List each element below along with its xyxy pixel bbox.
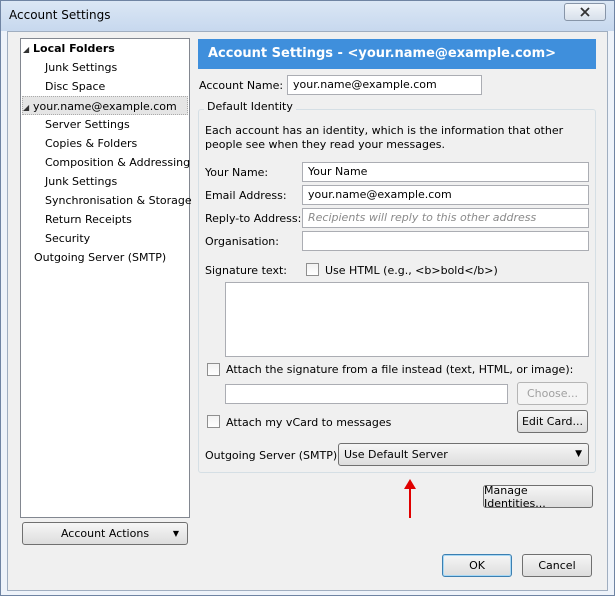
- title-bar: Account Settings: [1, 1, 614, 31]
- tree-item-junk-settings[interactable]: Junk Settings: [45, 172, 117, 191]
- account-name-label: Account Name:: [199, 79, 284, 92]
- signature-textarea[interactable]: [225, 282, 589, 357]
- outgoing-server-select[interactable]: Use Default Server ▼: [338, 443, 589, 466]
- tree-item-copies-folders[interactable]: Copies & Folders: [45, 134, 137, 153]
- collapse-triangle-icon[interactable]: ◢: [23, 98, 33, 117]
- reply-to-label: Reply-to Address:: [205, 212, 302, 225]
- signature-file-input[interactable]: [225, 384, 508, 404]
- organisation-label: Organisation:: [205, 235, 279, 248]
- tree-item-server-settings[interactable]: Server Settings: [45, 115, 130, 134]
- ok-button[interactable]: OK: [442, 554, 512, 577]
- use-html-checkbox[interactable]: [306, 263, 319, 276]
- your-name-label: Your Name:: [205, 166, 269, 179]
- attach-vcard-label: Attach my vCard to messages: [226, 416, 392, 429]
- tree-item-outgoing-server[interactable]: Outgoing Server (SMTP): [34, 248, 166, 267]
- account-name-input[interactable]: your.name@example.com: [287, 75, 482, 95]
- organisation-input[interactable]: [302, 231, 589, 251]
- use-html-label: Use HTML (e.g., <b>bold</b>): [325, 264, 498, 277]
- dropdown-arrow-icon: ▼: [172, 529, 179, 538]
- outgoing-server-label: Outgoing Server (SMTP):: [205, 449, 341, 462]
- manage-identities-button[interactable]: Manage Identities...: [483, 484, 593, 510]
- account-settings-window: Account Settings ◢ Local Folders Junk Set…: [0, 0, 615, 596]
- attach-signature-label: Attach the signature from a file instead…: [226, 363, 574, 376]
- collapse-triangle-icon[interactable]: ◢: [23, 40, 33, 59]
- email-address-label: Email Address:: [205, 189, 287, 202]
- account-actions-button[interactable]: Account Actions ▼: [22, 522, 188, 545]
- tree-item-local-folders[interactable]: ◢ Local Folders: [23, 39, 115, 58]
- tree-item-return-receipts[interactable]: Return Receipts: [45, 210, 132, 229]
- your-name-input[interactable]: Your Name: [302, 162, 589, 182]
- page-header: Account Settings - <your.name@example.co…: [198, 39, 596, 69]
- identity-description: Each account has an identity, which is t…: [205, 124, 564, 151]
- attach-vcard-checkbox[interactable]: [207, 415, 220, 428]
- dropdown-arrow-icon: ▼: [575, 449, 582, 459]
- tree-item-account[interactable]: ◢ your.name@example.com: [22, 96, 188, 115]
- attach-signature-checkbox[interactable]: [207, 363, 220, 376]
- default-identity-title: Default Identity: [204, 100, 296, 113]
- close-button[interactable]: [564, 3, 606, 21]
- tree-item-disc-space[interactable]: Disc Space: [45, 77, 105, 96]
- edit-card-button[interactable]: Edit Card...: [517, 410, 588, 433]
- close-icon: [580, 7, 590, 17]
- reply-to-input[interactable]: Recipients will reply to this other addr…: [302, 208, 589, 228]
- tree-item-composition[interactable]: Composition & Addressing: [45, 153, 190, 172]
- window-title: Account Settings: [9, 8, 111, 22]
- tree-item-security[interactable]: Security: [45, 229, 90, 248]
- tree-item-sync-storage[interactable]: Synchronisation & Storage: [45, 191, 192, 210]
- signature-text-label: Signature text:: [205, 264, 287, 277]
- email-address-input[interactable]: your.name@example.com: [302, 185, 589, 205]
- dialog-body: ◢ Local Folders Junk Settings Disc Space …: [7, 31, 608, 591]
- tree-item-junk-settings-local[interactable]: Junk Settings: [45, 58, 117, 77]
- cancel-button[interactable]: Cancel: [522, 554, 592, 577]
- choose-file-button[interactable]: Choose...: [517, 382, 588, 405]
- account-tree[interactable]: ◢ Local Folders Junk Settings Disc Space …: [20, 38, 192, 518]
- annotation-arrow-line: [409, 485, 411, 518]
